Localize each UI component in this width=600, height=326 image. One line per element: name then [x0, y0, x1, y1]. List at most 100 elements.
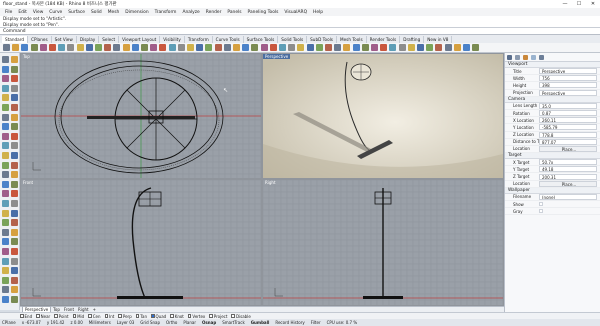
viewport-perspective[interactable]: Perspective — [263, 54, 503, 178]
toolbar-button-icon[interactable] — [343, 44, 351, 51]
maximize-button[interactable]: ☐ — [572, 0, 586, 8]
toolbar-button-icon[interactable] — [76, 44, 84, 51]
toolbar-button-icon[interactable] — [104, 44, 112, 51]
tool-button-icon[interactable] — [2, 94, 9, 102]
menu-panels[interactable]: Panels — [224, 10, 244, 15]
property-value-field[interactable]: 756 — [539, 75, 597, 82]
osnap-knot[interactable]: Knot — [170, 314, 184, 319]
osnap-checkbox[interactable] — [187, 314, 192, 318]
toolbar-button-icon[interactable] — [122, 44, 130, 51]
tool-button-icon[interactable] — [2, 84, 9, 92]
osnap-vertex[interactable]: Vertex — [187, 314, 205, 319]
tool-button-icon[interactable] — [2, 142, 9, 150]
tool-button-icon[interactable] — [2, 209, 9, 217]
viewport-title-perspective[interactable]: Perspective — [263, 54, 291, 59]
osnap-checkbox[interactable] — [36, 314, 40, 318]
toolbar-button-icon[interactable] — [444, 44, 452, 51]
osnap-int[interactable]: Int — [104, 314, 114, 319]
toolbar-button-icon[interactable] — [3, 44, 10, 51]
osnap-point[interactable]: Point — [54, 314, 69, 319]
property-value-field[interactable]: 49.18 — [539, 166, 597, 173]
toolbar-button-icon[interactable] — [463, 44, 470, 51]
toggle-gumball[interactable]: Gumball — [251, 320, 270, 325]
tool-button-icon[interactable] — [11, 65, 18, 73]
osnap-checkbox[interactable] — [54, 314, 58, 318]
osnap-checkbox[interactable] — [104, 314, 109, 318]
viewport-title-front[interactable]: Front — [21, 180, 35, 185]
toolbar-button-icon[interactable] — [398, 44, 406, 51]
menu-surface[interactable]: Surface — [65, 10, 88, 15]
tool-button-icon[interactable] — [2, 161, 9, 169]
toolbar-button-icon[interactable] — [426, 44, 434, 51]
toolbar-button-icon[interactable] — [242, 44, 250, 51]
toolbar-button-icon[interactable] — [131, 44, 139, 51]
property-checkbox[interactable] — [539, 209, 543, 214]
property-value-field[interactable]: Perspective — [539, 68, 597, 75]
status-layer[interactable]: Layer 03 — [117, 320, 135, 325]
tab-set-view[interactable]: Set View — [52, 36, 77, 43]
tab-cplanes[interactable]: CPlanes — [28, 36, 52, 43]
property-value-field[interactable]: Perspective — [539, 89, 597, 96]
tool-button-icon[interactable] — [11, 84, 18, 92]
toolbar-button-icon[interactable] — [453, 44, 461, 51]
tool-button-icon[interactable] — [11, 276, 18, 284]
tool-button-icon[interactable] — [11, 190, 18, 198]
tool-button-icon[interactable] — [11, 113, 18, 121]
toolbar-button-icon[interactable] — [361, 44, 369, 51]
tool-button-icon[interactable] — [2, 190, 9, 198]
tab-mesh-tools[interactable]: Mesh Tools — [337, 36, 367, 43]
tool-button-icon[interactable] — [11, 257, 18, 265]
osnap-tan[interactable]: Tan — [135, 314, 147, 319]
tool-button-icon[interactable] — [2, 113, 9, 121]
toolbar-button-icon[interactable] — [389, 44, 397, 51]
tab-solid-tools[interactable]: Solid Tools — [278, 36, 308, 43]
toolbar-button-icon[interactable] — [279, 44, 286, 51]
toolbar-button-icon[interactable] — [297, 44, 305, 51]
toggle-grid-snap[interactable]: Grid Snap — [140, 320, 160, 325]
tab-standard[interactable]: Standard — [2, 36, 29, 43]
toolbar-button-icon[interactable] — [168, 44, 176, 51]
tool-button-icon[interactable] — [2, 200, 9, 207]
osnap-checkbox[interactable] — [170, 314, 174, 318]
toolbar-button-icon[interactable] — [472, 44, 480, 51]
toolbar-button-icon[interactable] — [435, 44, 443, 51]
place-button[interactable]: Place... — [539, 145, 597, 152]
toolbar-button-icon[interactable] — [214, 44, 222, 51]
viewport-top[interactable]: Top ↖ — [21, 54, 261, 178]
properties-tab-icon[interactable] — [507, 54, 512, 60]
toolbar-button-icon[interactable] — [39, 44, 47, 51]
toolbar-button-icon[interactable] — [352, 44, 360, 51]
tool-button-icon[interactable] — [11, 219, 18, 227]
viewport-right[interactable]: Right — [263, 180, 503, 305]
toolbar-button-icon[interactable] — [187, 44, 194, 51]
command-input[interactable]: Command — [0, 28, 600, 35]
tool-button-icon[interactable] — [11, 161, 18, 169]
tool-button-icon[interactable] — [2, 104, 9, 111]
toolbar-button-icon[interactable] — [141, 44, 148, 51]
tool-button-icon[interactable] — [2, 123, 9, 131]
toolbar-button-icon[interactable] — [380, 44, 388, 51]
help-tab-icon[interactable] — [539, 54, 544, 60]
tool-button-icon[interactable] — [2, 56, 9, 63]
menu-dimension[interactable]: Dimension — [122, 10, 151, 15]
osnap-near[interactable]: Near — [36, 314, 50, 319]
toolbar-button-icon[interactable] — [233, 44, 240, 51]
tab-drafting[interactable]: Drafting — [400, 36, 425, 43]
osnap-cen[interactable]: Cen — [88, 314, 101, 319]
tool-button-icon[interactable] — [2, 257, 9, 265]
toggle-filter[interactable]: Filter — [311, 320, 321, 325]
toolbar-button-icon[interactable] — [223, 44, 231, 51]
property-value-field[interactable]: 877.07 — [539, 138, 597, 145]
toolbar-button-icon[interactable] — [269, 44, 277, 51]
tool-button-icon[interactable] — [2, 171, 9, 179]
toolbar-button-icon[interactable] — [150, 44, 158, 51]
toolbar-button-icon[interactable] — [67, 44, 75, 51]
tool-button-icon[interactable] — [2, 228, 9, 236]
menu-edit[interactable]: Edit — [15, 10, 30, 15]
property-value-field[interactable]: 35.0 — [539, 102, 597, 109]
tool-button-icon[interactable] — [11, 171, 18, 179]
tab-surface-tools[interactable]: Surface Tools — [244, 36, 279, 43]
close-button[interactable]: ✕ — [586, 0, 600, 8]
minimize-button[interactable]: — — [558, 0, 572, 8]
tool-button-icon[interactable] — [11, 75, 18, 83]
